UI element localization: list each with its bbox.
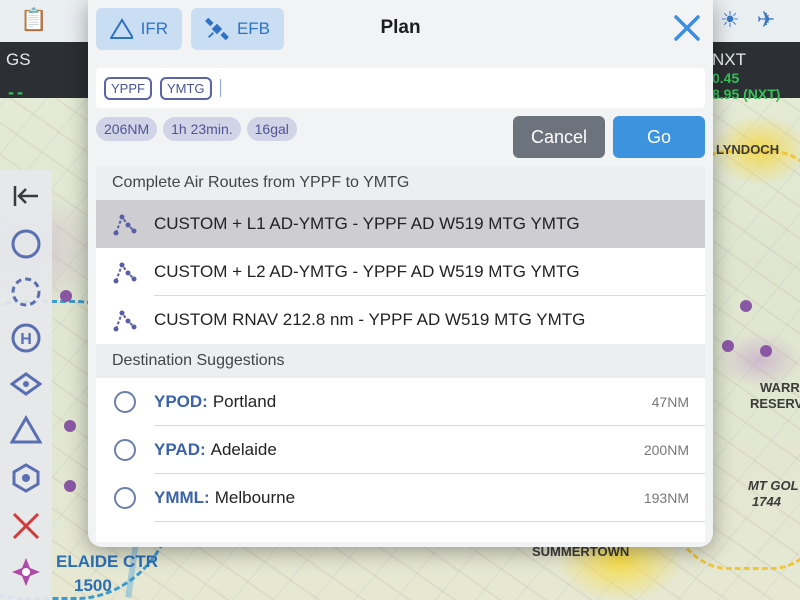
airplane-icon[interactable]: ✈ xyxy=(752,6,780,34)
route-option[interactable]: CUSTOM + L2 AD-YMTG - YPPF AD W519 MTG Y… xyxy=(96,248,705,296)
text-cursor xyxy=(219,79,222,97)
route-icon xyxy=(96,307,154,333)
destination-distance: 200NM xyxy=(643,442,689,458)
destination-name: Portland xyxy=(212,392,277,411)
map-waypoint xyxy=(64,420,76,432)
destination-code: YPAD: xyxy=(154,440,206,459)
route-icon xyxy=(96,259,154,285)
gs-label: GS xyxy=(6,50,31,69)
nxt-value-1: 0.45 xyxy=(712,70,740,86)
map-label-reserve: RESERV xyxy=(750,396,800,411)
delete-x-icon[interactable] xyxy=(8,508,44,544)
nxt-value-2: 8.95 (NXT) xyxy=(712,86,781,102)
nxt-label: NXT xyxy=(712,50,746,69)
route-summary: 206NM 1h 23min. 16gal xyxy=(96,117,297,141)
close-icon[interactable] xyxy=(671,12,703,44)
route-option[interactable]: CUSTOM RNAV 212.8 nm - YPPF AD W519 MTG … xyxy=(96,296,705,344)
modal-title: Plan xyxy=(380,17,421,38)
radio-button[interactable] xyxy=(114,439,136,461)
route-chip-departure[interactable]: YPPF xyxy=(104,76,152,100)
route-option-label: CUSTOM + L1 AD-YMTG - YPPF AD W519 MTG Y… xyxy=(154,214,580,233)
collapse-left-icon[interactable] xyxy=(8,178,44,214)
destination-distance: 193NM xyxy=(643,490,689,506)
radio-button[interactable] xyxy=(114,487,136,509)
vor-icon[interactable] xyxy=(8,366,44,402)
destination-code: YMML: xyxy=(154,488,210,507)
routes-section-header: Complete Air Routes from YPPF to YMTG xyxy=(96,166,705,200)
svg-text:H: H xyxy=(20,331,32,348)
route-list: Complete Air Routes from YPPF to YMTG CU… xyxy=(96,166,705,542)
map-label-spot-height: 1744 xyxy=(752,494,781,509)
route-chip-destination[interactable]: YMTG xyxy=(159,76,212,100)
map-label-mt: MT GOL xyxy=(748,478,799,493)
map-label-ctr-alt: 1500 xyxy=(74,576,112,595)
go-button[interactable]: Go xyxy=(613,116,705,158)
cancel-button[interactable]: Cancel xyxy=(513,116,605,158)
plan-modal: IFR EFB Plan YPPF YMTG 206NM 1h 23min. 1… xyxy=(88,0,713,547)
hexagon-tool-icon[interactable] xyxy=(8,460,44,496)
sun-icon[interactable]: ☀ xyxy=(716,6,744,34)
destination-name: Melbourne xyxy=(214,488,296,507)
map-label-lyndoch: LYNDOCH xyxy=(716,142,780,157)
radio-button[interactable] xyxy=(114,391,136,413)
destination-row[interactable]: YPOD: Portland 47NM xyxy=(96,378,705,426)
fuel-badge: 16gal xyxy=(246,117,297,141)
radio-wrapper xyxy=(96,487,154,509)
radio-wrapper xyxy=(96,391,154,413)
destination-code: YPOD: xyxy=(154,392,208,411)
compass-star-icon[interactable] xyxy=(8,554,44,590)
destination-name: Adelaide xyxy=(210,440,277,459)
map-waypoint xyxy=(60,290,72,302)
map-label-ctr: ELAIDE CTR xyxy=(56,552,158,571)
route-option-label: CUSTOM RNAV 212.8 nm - YPPF AD W519 MTG … xyxy=(154,310,586,329)
route-option[interactable]: CUSTOM + L1 AD-YMTG - YPPF AD W519 MTG Y… xyxy=(96,200,705,248)
clipboard-icon[interactable]: 📋 xyxy=(20,6,48,34)
left-toolbar: H xyxy=(0,170,52,600)
triangle-tool-icon[interactable] xyxy=(8,412,44,448)
destination-row-partial[interactable] xyxy=(96,522,705,542)
destination-row[interactable]: YMML: Melbourne 193NM xyxy=(96,474,705,522)
modal-header: IFR EFB Plan xyxy=(88,0,713,60)
map-label-warr: WARR xyxy=(760,380,800,395)
radio-wrapper xyxy=(96,439,154,461)
dashed-circle-icon[interactable] xyxy=(8,274,44,310)
destinations-section-header: Destination Suggestions xyxy=(96,344,705,378)
map-waypoint xyxy=(740,300,752,312)
map-waypoint xyxy=(760,345,772,357)
route-icon xyxy=(96,211,154,237)
route-option-label: CUSTOM + L2 AD-YMTG - YPPF AD W519 MTG Y… xyxy=(154,262,580,281)
map-waypoint xyxy=(722,340,734,352)
time-badge: 1h 23min. xyxy=(163,117,241,141)
destination-distance: 47NM xyxy=(651,394,689,410)
map-waypoint xyxy=(64,480,76,492)
destination-row[interactable]: YPAD: Adelaide 200NM xyxy=(96,426,705,474)
heliport-icon[interactable]: H xyxy=(8,320,44,356)
circle-tool-icon[interactable] xyxy=(8,226,44,262)
route-input[interactable]: YPPF YMTG xyxy=(96,68,705,108)
gs-value: -- xyxy=(8,82,26,102)
distance-badge: 206NM xyxy=(96,117,158,141)
